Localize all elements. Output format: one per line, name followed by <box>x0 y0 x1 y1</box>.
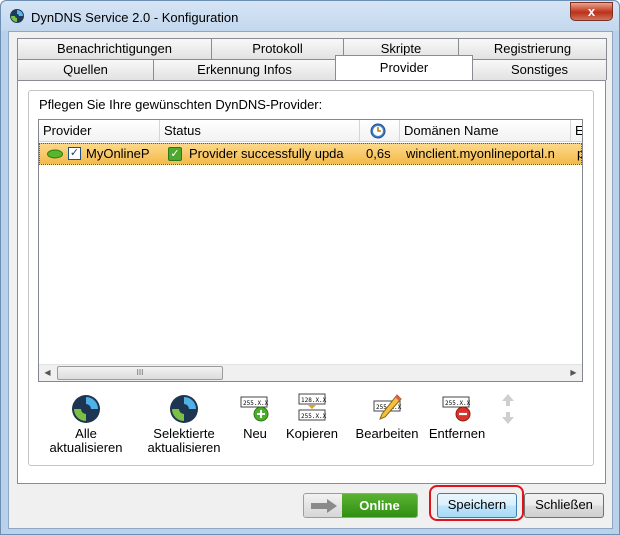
arrow-right-icon <box>311 499 337 513</box>
tab-row-front: Quellen Erkennung Infos Provider Sonstig… <box>17 55 607 80</box>
column-header-domain[interactable]: Domänen Name <box>400 120 571 142</box>
scroll-right-button[interactable]: ▶ <box>565 365 582 381</box>
column-header-time[interactable] <box>360 120 400 142</box>
remove-label: Entfernen <box>428 426 486 441</box>
provider-tab-panel: Pflegen Sie Ihre gewünschten DynDNS-Prov… <box>17 80 606 484</box>
svg-text:255.X.X: 255.X.X <box>301 413 327 420</box>
client-area: Benachrichtigungen Protokoll Skripte Reg… <box>8 31 613 529</box>
tab-sonstiges[interactable]: Sonstiges <box>472 59 607 80</box>
refresh-globe-icon <box>72 395 100 423</box>
tab-protokoll[interactable]: Protokoll <box>211 38 344 59</box>
config-window: DynDNS Service 2.0 - Konfiguration x Ben… <box>0 0 620 535</box>
tab-erkennung-infos[interactable]: Erkennung Infos <box>153 59 336 80</box>
refresh-globe-icon <box>170 395 198 423</box>
copy-ip-icon: 128.X.X 255.X.X <box>298 393 327 421</box>
cell-provider: MyOnlineP <box>86 146 150 161</box>
tab-benachrichtigungen[interactable]: Benachrichtigungen <box>17 38 212 59</box>
provider-status-icon <box>47 149 63 159</box>
online-arrow-area <box>304 494 342 517</box>
svg-text:128.X.X: 128.X.X <box>301 397 327 404</box>
remove-provider-button[interactable]: 255.X.X Entfernen <box>422 393 492 441</box>
scroll-left-button[interactable]: ◀ <box>39 365 56 381</box>
move-buttons <box>501 393 517 425</box>
window-title: DynDNS Service 2.0 - Konfiguration <box>31 10 239 25</box>
close-button[interactable]: Schließen <box>524 493 604 518</box>
svg-text:255.X.X: 255.X.X <box>243 400 269 407</box>
window-close-button[interactable]: x <box>570 2 613 21</box>
column-header-provider[interactable]: Provider <box>39 120 160 142</box>
update-all-label-1: Alle <box>75 426 97 441</box>
tab-provider[interactable]: Provider <box>335 55 473 80</box>
provider-groupbox: Pflegen Sie Ihre gewünschten DynDNS-Prov… <box>28 90 594 466</box>
column-header-status[interactable]: Status <box>160 120 360 142</box>
table-row[interactable]: ✓ MyOnlineP ✓ Provider successfully upda… <box>39 143 582 165</box>
edit-label: Bearbeiten <box>355 426 419 441</box>
provider-grid[interactable]: Provider Status Domänen Name E ✓ MyOnlin… <box>38 119 583 382</box>
clock-icon <box>370 123 386 139</box>
column-header-extra[interactable]: E <box>571 120 582 142</box>
move-down-icon[interactable] <box>501 411 515 425</box>
edit-provider-button[interactable]: 255.X.X Bearbeiten <box>351 393 423 441</box>
app-icon <box>10 9 24 23</box>
add-ip-icon: 255.X.X <box>240 396 269 422</box>
cell-time: 0,6s <box>366 146 391 161</box>
online-toggle[interactable]: Online <box>303 493 418 518</box>
copy-provider-button[interactable]: 128.X.X 255.X.X Kopieren <box>282 393 342 441</box>
title-bar[interactable]: DynDNS Service 2.0 - Konfiguration x <box>1 1 619 31</box>
update-selected-label-2: aktualisieren <box>147 440 221 455</box>
horizontal-scrollbar[interactable]: ◀ III ▶ <box>39 364 582 381</box>
success-check-icon: ✓ <box>168 147 182 161</box>
new-label: Neu <box>243 426 267 441</box>
move-up-icon[interactable] <box>501 393 515 407</box>
update-all-label-2: aktualisieren <box>49 440 123 455</box>
tab-quellen[interactable]: Quellen <box>17 59 154 80</box>
remove-ip-icon: 255.X.X <box>442 396 471 422</box>
grid-header: Provider Status Domänen Name E <box>39 120 582 142</box>
copy-label: Kopieren <box>285 426 339 441</box>
tab-row-back: Benachrichtigungen Protokoll Skripte Reg… <box>17 38 607 59</box>
save-highlight-annotation <box>429 485 524 521</box>
update-selected-button[interactable]: Selektierte aktualisieren <box>141 393 227 455</box>
update-all-button[interactable]: Alle aktualisieren <box>45 393 127 455</box>
online-label: Online <box>342 494 417 517</box>
tab-registrierung[interactable]: Registrierung <box>458 38 607 59</box>
cell-domain: winclient.myonlineportal.n <box>406 146 555 161</box>
svg-text:255.X.X: 255.X.X <box>445 400 471 407</box>
new-provider-button[interactable]: 255.X.X Neu <box>237 393 273 441</box>
scroll-thumb[interactable]: III <box>57 366 223 380</box>
cell-extra: p <box>577 144 582 164</box>
groupbox-label: Pflegen Sie Ihre gewünschten DynDNS-Prov… <box>37 97 325 112</box>
cell-status: Provider successfully upda <box>189 146 344 161</box>
edit-ip-icon: 255.X.X <box>373 394 402 420</box>
update-selected-label-1: Selektierte <box>153 426 215 441</box>
provider-enabled-checkbox[interactable]: ✓ <box>68 147 81 160</box>
